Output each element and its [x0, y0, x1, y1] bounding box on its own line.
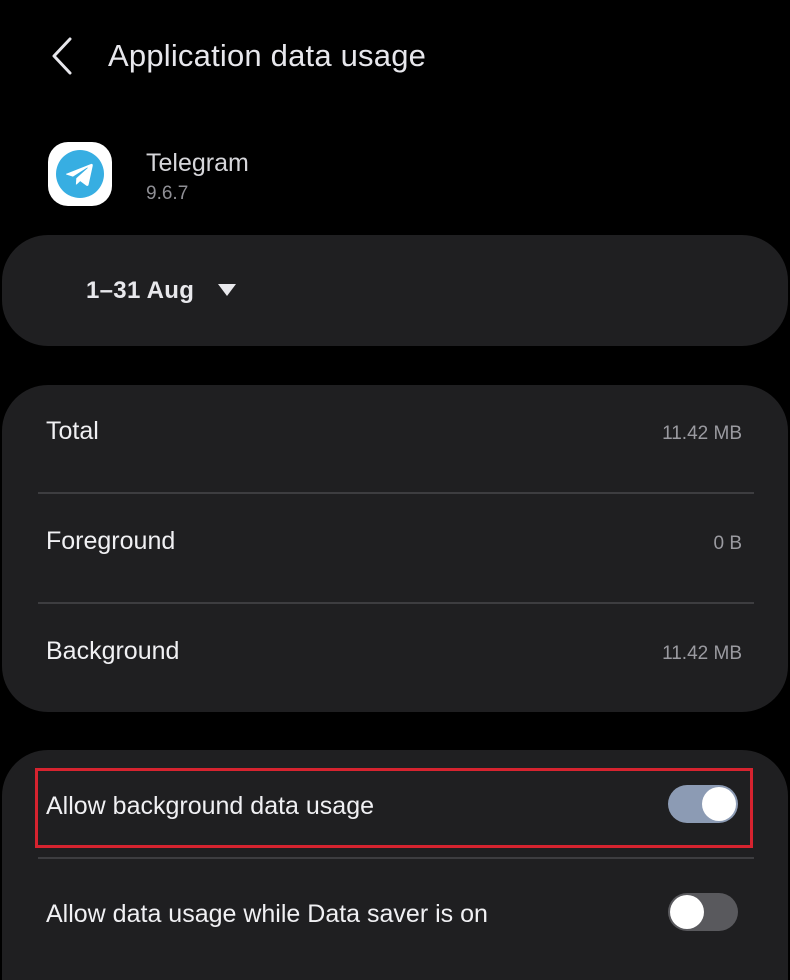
usage-label: Background: [46, 637, 180, 665]
toggle-label: Allow data usage while Data saver is on: [46, 900, 488, 928]
divider: [38, 857, 754, 859]
usage-summary-card: Total 11.42 MB Foreground 0 B Background…: [2, 385, 788, 712]
data-saver-usage-toggle[interactable]: [668, 893, 738, 931]
divider: [38, 492, 754, 494]
divider: [38, 602, 754, 604]
usage-label: Total: [46, 417, 99, 445]
toggle-knob: [702, 787, 736, 821]
data-settings-card: Allow background data usage Allow data u…: [2, 750, 788, 980]
caret-down-icon: [218, 284, 236, 296]
usage-label: Foreground: [46, 527, 176, 555]
telegram-icon: [48, 142, 112, 206]
usage-value: 11.42 MB: [662, 423, 742, 444]
usage-value: 0 B: [713, 533, 742, 554]
background-data-toggle[interactable]: [668, 785, 738, 823]
usage-row-background: Background 11.42 MB: [2, 605, 788, 713]
date-range-selector[interactable]: 1–31 Aug: [2, 235, 788, 346]
toggle-row-data-saver[interactable]: Allow data usage while Data saver is on: [2, 860, 788, 968]
app-name: Telegram: [146, 149, 249, 177]
toggle-label: Allow background data usage: [46, 792, 375, 820]
app-version: 9.6.7: [146, 183, 189, 204]
usage-row-foreground: Foreground 0 B: [2, 495, 788, 603]
toggle-knob: [670, 895, 704, 929]
date-range-label: 1–31 Aug: [86, 277, 195, 304]
usage-row-total: Total 11.42 MB: [2, 385, 788, 493]
usage-value: 11.42 MB: [662, 643, 742, 664]
back-button[interactable]: [40, 32, 84, 80]
toggle-row-background-data[interactable]: Allow background data usage: [2, 750, 788, 858]
chevron-left-icon: [52, 37, 72, 75]
page-title: Application data usage: [108, 38, 427, 73]
